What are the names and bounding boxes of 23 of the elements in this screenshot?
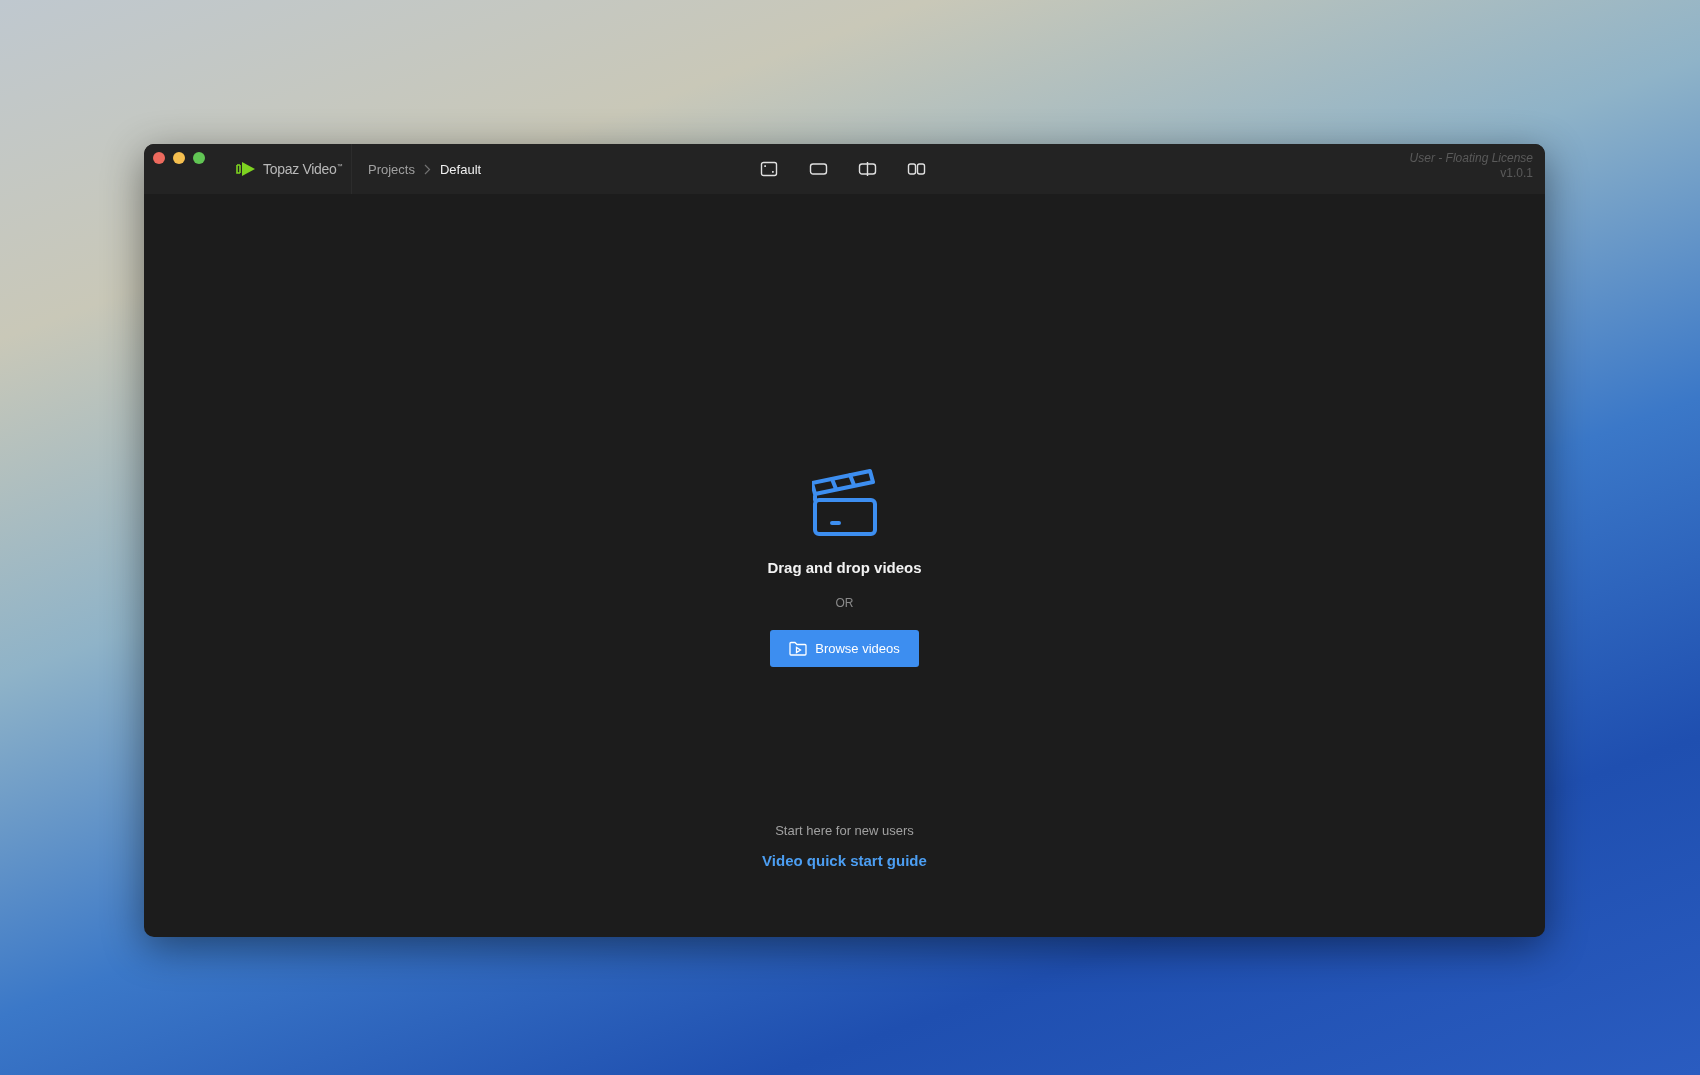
split-view-button[interactable] bbox=[858, 160, 877, 178]
single-view-icon bbox=[809, 160, 828, 178]
split-view-icon bbox=[858, 160, 877, 178]
zoom-button[interactable] bbox=[193, 152, 205, 164]
side-by-side-icon bbox=[907, 160, 926, 178]
video-folder-icon bbox=[789, 641, 808, 656]
fit-screen-icon bbox=[760, 160, 779, 178]
clapperboard-icon bbox=[811, 468, 878, 536]
play-logo-icon bbox=[236, 161, 256, 177]
side-by-side-button[interactable] bbox=[907, 160, 926, 178]
close-button[interactable] bbox=[153, 152, 165, 164]
minimize-button[interactable] bbox=[173, 152, 185, 164]
new-users-hint: Start here for new users bbox=[775, 823, 914, 838]
quick-start-guide-link[interactable]: Video quick start guide bbox=[762, 852, 927, 869]
fit-screen-button[interactable] bbox=[760, 160, 779, 178]
single-view-button[interactable] bbox=[809, 160, 828, 178]
drop-title: Drag and drop videos bbox=[767, 559, 922, 576]
browse-videos-button[interactable]: Browse videos bbox=[770, 630, 919, 667]
chevron-icon bbox=[423, 163, 431, 175]
breadcrumb-item[interactable]: Default bbox=[439, 161, 482, 177]
breadcrumb-item[interactable]: Projects bbox=[368, 161, 415, 177]
or-separator: OR bbox=[835, 596, 854, 610]
app-name: Topaz Video$^{™}$ bbox=[263, 161, 343, 177]
